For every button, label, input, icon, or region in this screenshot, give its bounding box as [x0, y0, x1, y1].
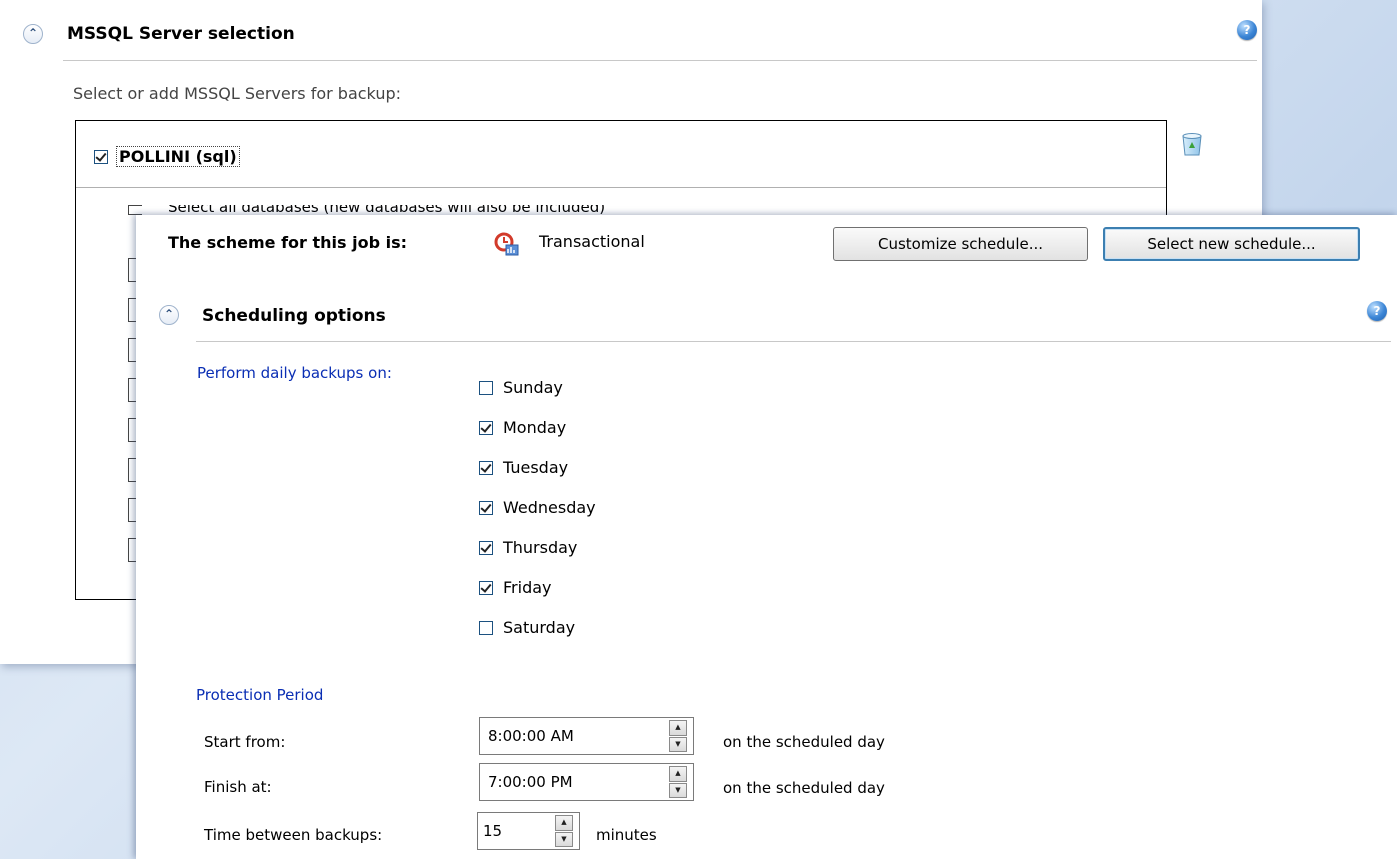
day-row-saturday[interactable]: Saturday: [479, 618, 575, 637]
spinner-arrows[interactable]: ▲ ▼: [555, 815, 573, 847]
section-divider: [196, 341, 1391, 342]
start-from-label: Start from:: [204, 733, 286, 751]
day-checkbox[interactable]: [479, 460, 493, 475]
spin-down-icon[interactable]: ▼: [669, 736, 687, 752]
day-row-thursday[interactable]: Thursday: [479, 538, 577, 557]
spin-up-icon[interactable]: ▲: [555, 815, 573, 831]
finish-suffix: on the scheduled day: [723, 779, 885, 797]
interval-value: 15: [483, 822, 503, 840]
spin-up-icon[interactable]: ▲: [669, 720, 687, 736]
day-row-friday[interactable]: Friday: [479, 578, 552, 597]
collapse-section-icon[interactable]: ⌃: [23, 24, 43, 44]
protection-period-title: Protection Period: [196, 686, 324, 704]
database-checkbox[interactable]: [128, 205, 142, 215]
finish-time-value: 7:00:00 PM: [488, 773, 573, 791]
spin-up-icon[interactable]: ▲: [669, 766, 687, 782]
help-icon[interactable]: ?: [1237, 20, 1257, 40]
day-checkbox[interactable]: [479, 380, 493, 395]
day-row-tuesday[interactable]: Tuesday: [479, 458, 568, 477]
schedule-settings-panel: The scheme for this job is: Transactiona…: [136, 215, 1397, 859]
select-new-schedule-button[interactable]: Select new schedule...: [1103, 227, 1360, 261]
list-divider: [76, 187, 1166, 188]
interval-suffix: minutes: [596, 826, 657, 844]
start-time-spinner[interactable]: 8:00:00 AM ▲ ▼: [479, 717, 694, 755]
section-title: Scheduling options: [202, 306, 386, 326]
schedule-clock-icon: [494, 232, 519, 256]
select-all-databases-label: Select all databases (new databases will…: [168, 205, 606, 215]
time-between-backups-label: Time between backups:: [204, 826, 383, 844]
recycle-bin-icon[interactable]: [1180, 131, 1204, 157]
day-row-monday[interactable]: Monday: [479, 418, 566, 437]
server-checkbox[interactable]: [94, 149, 108, 164]
server-row[interactable]: POLLINI (sql): [94, 146, 240, 167]
day-checkbox[interactable]: [479, 580, 493, 595]
section-title: MSSQL Server selection: [67, 24, 295, 44]
customize-schedule-button[interactable]: Customize schedule...: [833, 227, 1088, 261]
day-checkbox[interactable]: [479, 620, 493, 635]
spin-down-icon[interactable]: ▼: [669, 782, 687, 798]
day-checkbox[interactable]: [479, 540, 493, 555]
day-label[interactable]: Friday: [503, 578, 552, 597]
day-label[interactable]: Tuesday: [503, 458, 568, 477]
day-label[interactable]: Thursday: [503, 538, 577, 557]
interval-spinner[interactable]: 15 ▲ ▼: [477, 812, 580, 850]
help-icon[interactable]: ?: [1367, 301, 1387, 321]
scheme-value: Transactional: [539, 232, 645, 251]
day-label[interactable]: Monday: [503, 418, 566, 437]
day-row-sunday[interactable]: Sunday: [479, 378, 563, 397]
spinner-arrows[interactable]: ▲ ▼: [669, 766, 687, 798]
server-name: POLLINI (sql): [116, 146, 240, 167]
day-label[interactable]: Saturday: [503, 618, 575, 637]
finish-time-spinner[interactable]: 7:00:00 PM ▲ ▼: [479, 763, 694, 801]
start-time-value: 8:00:00 AM: [488, 727, 574, 745]
day-checkbox[interactable]: [479, 500, 493, 515]
finish-at-label: Finish at:: [204, 778, 272, 796]
day-label[interactable]: Sunday: [503, 378, 563, 397]
daily-backups-label: Perform daily backups on:: [197, 364, 392, 382]
spin-down-icon[interactable]: ▼: [555, 831, 573, 847]
scheme-label: The scheme for this job is:: [168, 233, 408, 252]
collapse-section-icon[interactable]: ⌃: [159, 305, 179, 325]
day-row-wednesday[interactable]: Wednesday: [479, 498, 596, 517]
section-divider: [63, 60, 1257, 61]
day-label[interactable]: Wednesday: [503, 498, 596, 517]
server-selection-instructions: Select or add MSSQL Servers for backup:: [73, 84, 402, 103]
spinner-arrows[interactable]: ▲ ▼: [669, 720, 687, 752]
start-suffix: on the scheduled day: [723, 733, 885, 751]
select-all-databases-row[interactable]: Select all databases (new databases will…: [168, 205, 868, 215]
day-checkbox[interactable]: [479, 420, 493, 435]
